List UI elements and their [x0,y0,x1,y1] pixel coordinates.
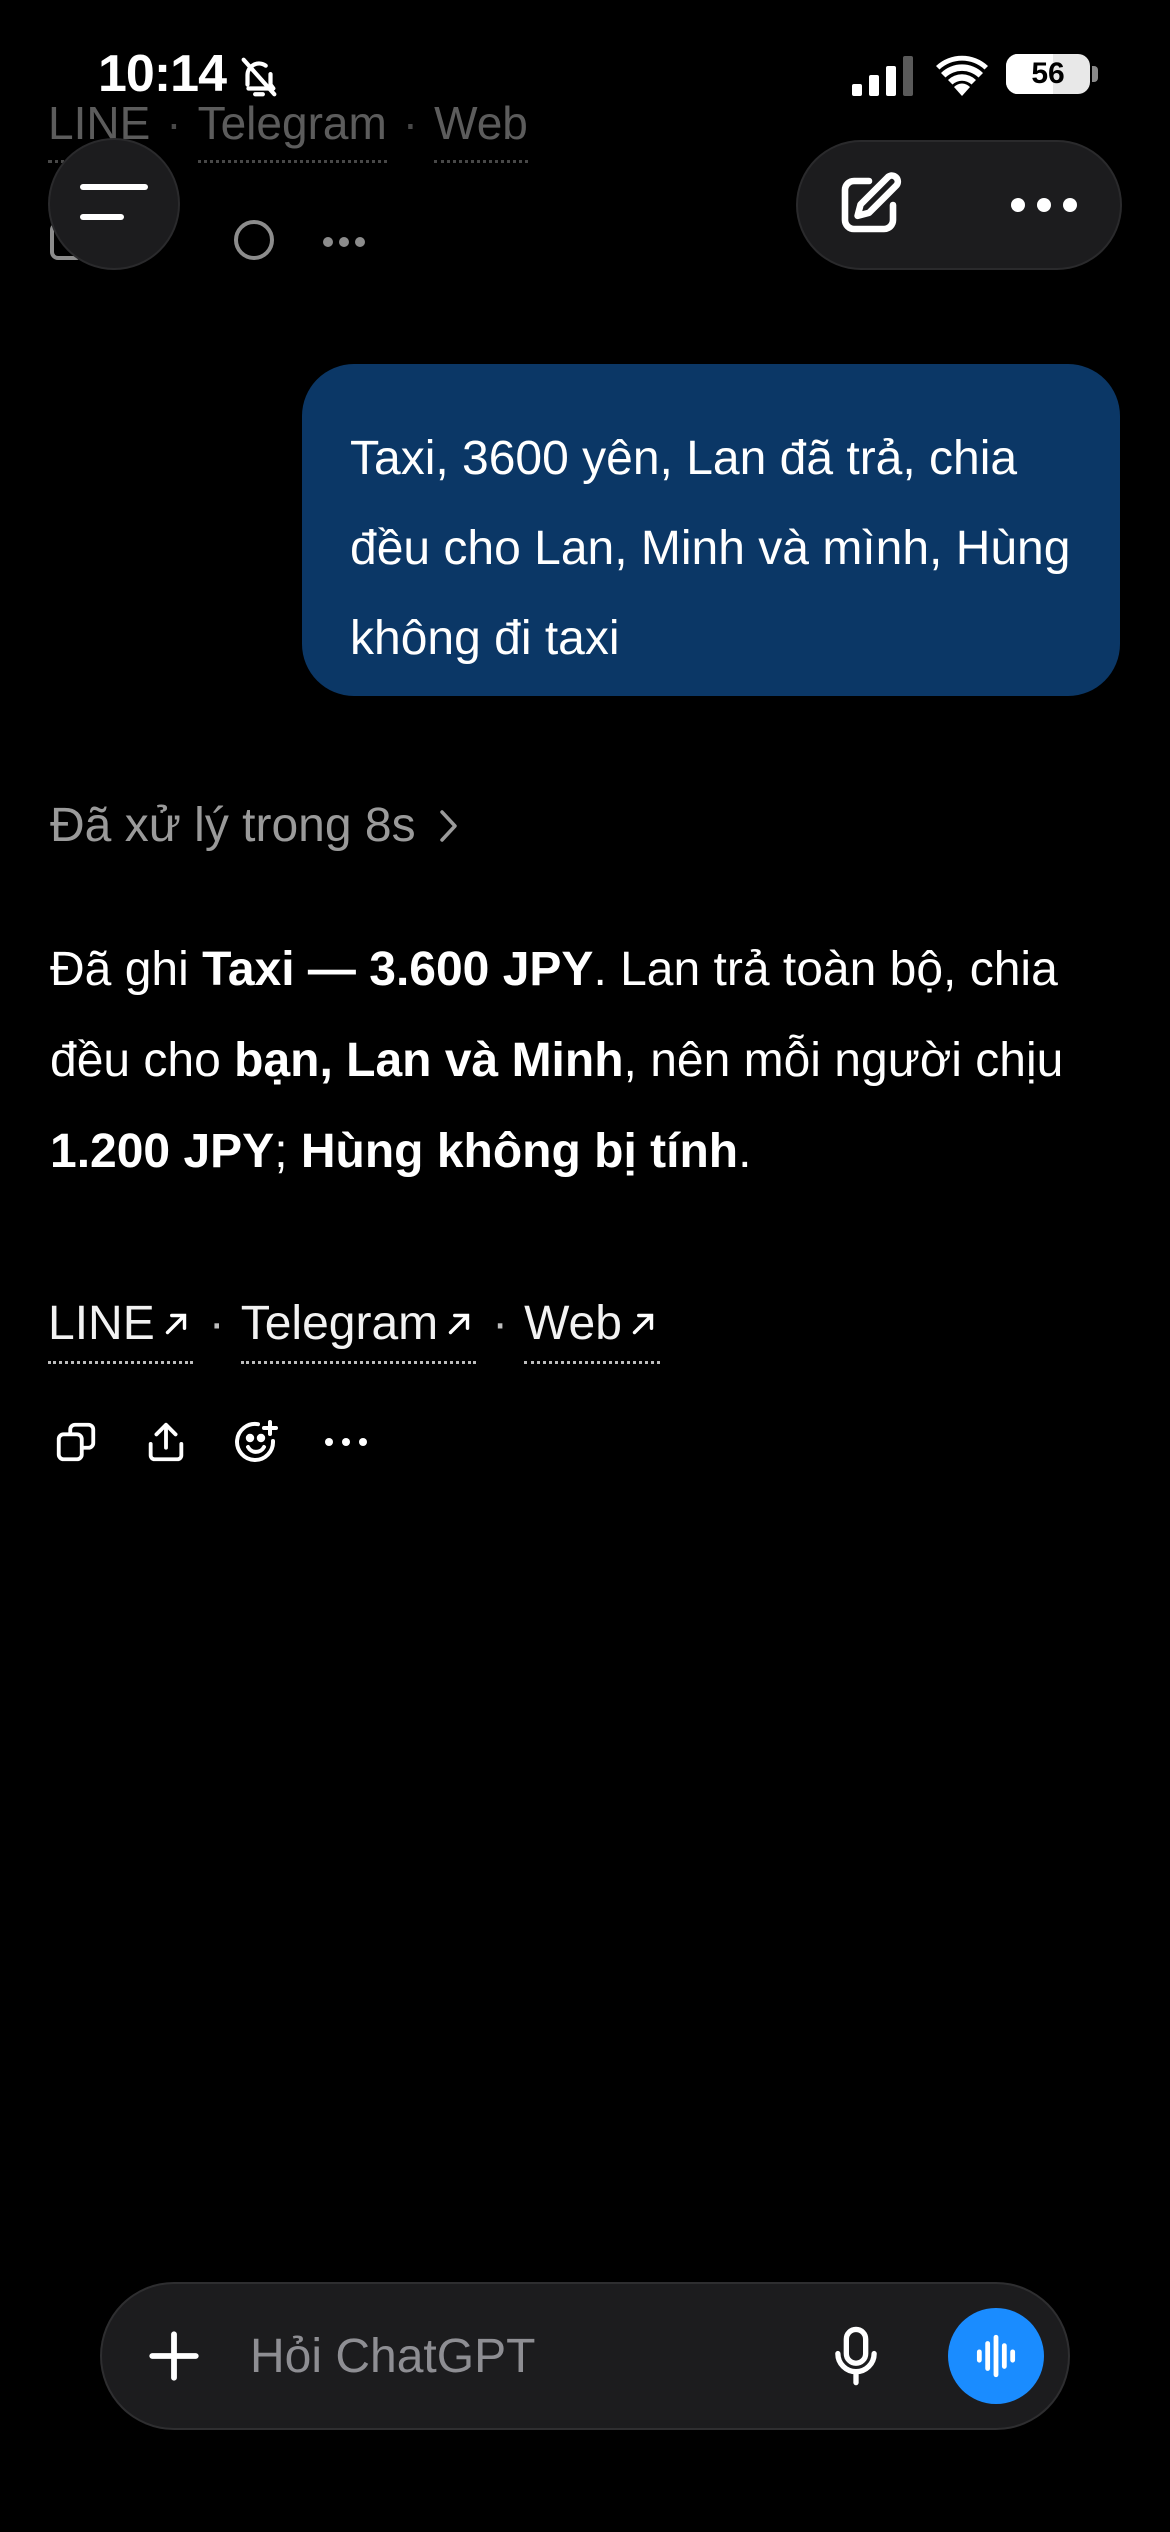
ghost-link-web: Web [434,96,528,163]
chevron-right-icon [439,809,457,842]
menu-icon [80,184,148,220]
new-chat-button[interactable] [828,164,910,246]
emoji-add-icon [235,1420,278,1462]
share-button[interactable] [138,1414,194,1470]
voice-waveform-icon [976,2334,1016,2378]
reply-bold: Hùng không bị tính [300,1125,739,1178]
reply-bold: bạn, Lan và Minh [234,1034,624,1087]
more-icon [1011,198,1077,212]
attach-button[interactable] [138,2320,210,2392]
voice-mode-button[interactable] [948,2308,1044,2404]
battery-level: 56 [1031,57,1065,90]
wifi-icon [936,55,988,96]
bell-slash-icon [241,57,277,97]
reply-bold: 1.200 JPY [50,1125,275,1178]
compose-icon [841,172,902,233]
external-arrow-icon [165,1313,186,1334]
copy-button[interactable] [48,1414,104,1470]
reply-bold: Taxi — 3.600 JPY [202,943,594,996]
options-button[interactable] [994,164,1094,246]
link-label: LINE [48,1297,155,1350]
link-label: Web [524,1297,622,1350]
ghost-separator: · [166,97,182,149]
reply-text: . [738,1125,752,1178]
battery-icon: 56 [1006,54,1090,94]
chat-screen: 10:14 56 LINE · Telegram · Web Taxi, 360… [0,0,1170,2532]
link-separator: · [492,1297,509,1350]
external-arrow-icon [448,1313,470,1334]
status-time: 10:14 [98,45,227,103]
message-input[interactable] [250,2322,890,2390]
copy-icon [56,1422,96,1462]
link-separator: · [208,1297,225,1350]
plus-icon [149,2331,199,2381]
external-arrow-icon [632,1313,654,1334]
link-web[interactable]: Web [524,1296,660,1364]
link-label: Telegram [240,1297,439,1350]
thought-label: Đã xử lý trong 8s [50,799,416,852]
sidebar-menu-button[interactable] [50,140,178,268]
links-row: LINE · Telegram · Web [48,1296,660,1364]
ghost-link-telegram: Telegram [197,96,387,163]
microphone-icon [835,2326,877,2386]
reply-text: ; [274,1125,301,1178]
cellular-signal-icon [852,56,913,96]
link-line[interactable]: LINE [48,1296,193,1364]
share-icon [148,1422,184,1462]
reaction-button[interactable] [228,1414,284,1470]
reply-text: , nên mỗi người chịu [623,1034,1064,1087]
more-icon [325,1438,367,1446]
reply-text: Đã ghi [50,943,203,996]
dictation-button[interactable] [818,2318,894,2394]
user-message-bubble: Taxi, 3600 yên, Lan đã trả, chia đều cho… [302,364,1120,696]
link-telegram[interactable]: Telegram [240,1296,477,1364]
thought-status[interactable]: Đã xử lý trong 8s [50,798,460,853]
assistant-reply: Đã ghi Taxi — 3.600 JPY. Lan trả toàn bộ… [50,924,1130,1197]
composer-bar [102,2284,1068,2428]
more-actions-button[interactable] [318,1414,374,1470]
header-actions-pill [798,142,1120,268]
message-actions [48,1414,408,1470]
battery-cap [1092,66,1098,82]
ghost-separator: · [402,97,419,149]
